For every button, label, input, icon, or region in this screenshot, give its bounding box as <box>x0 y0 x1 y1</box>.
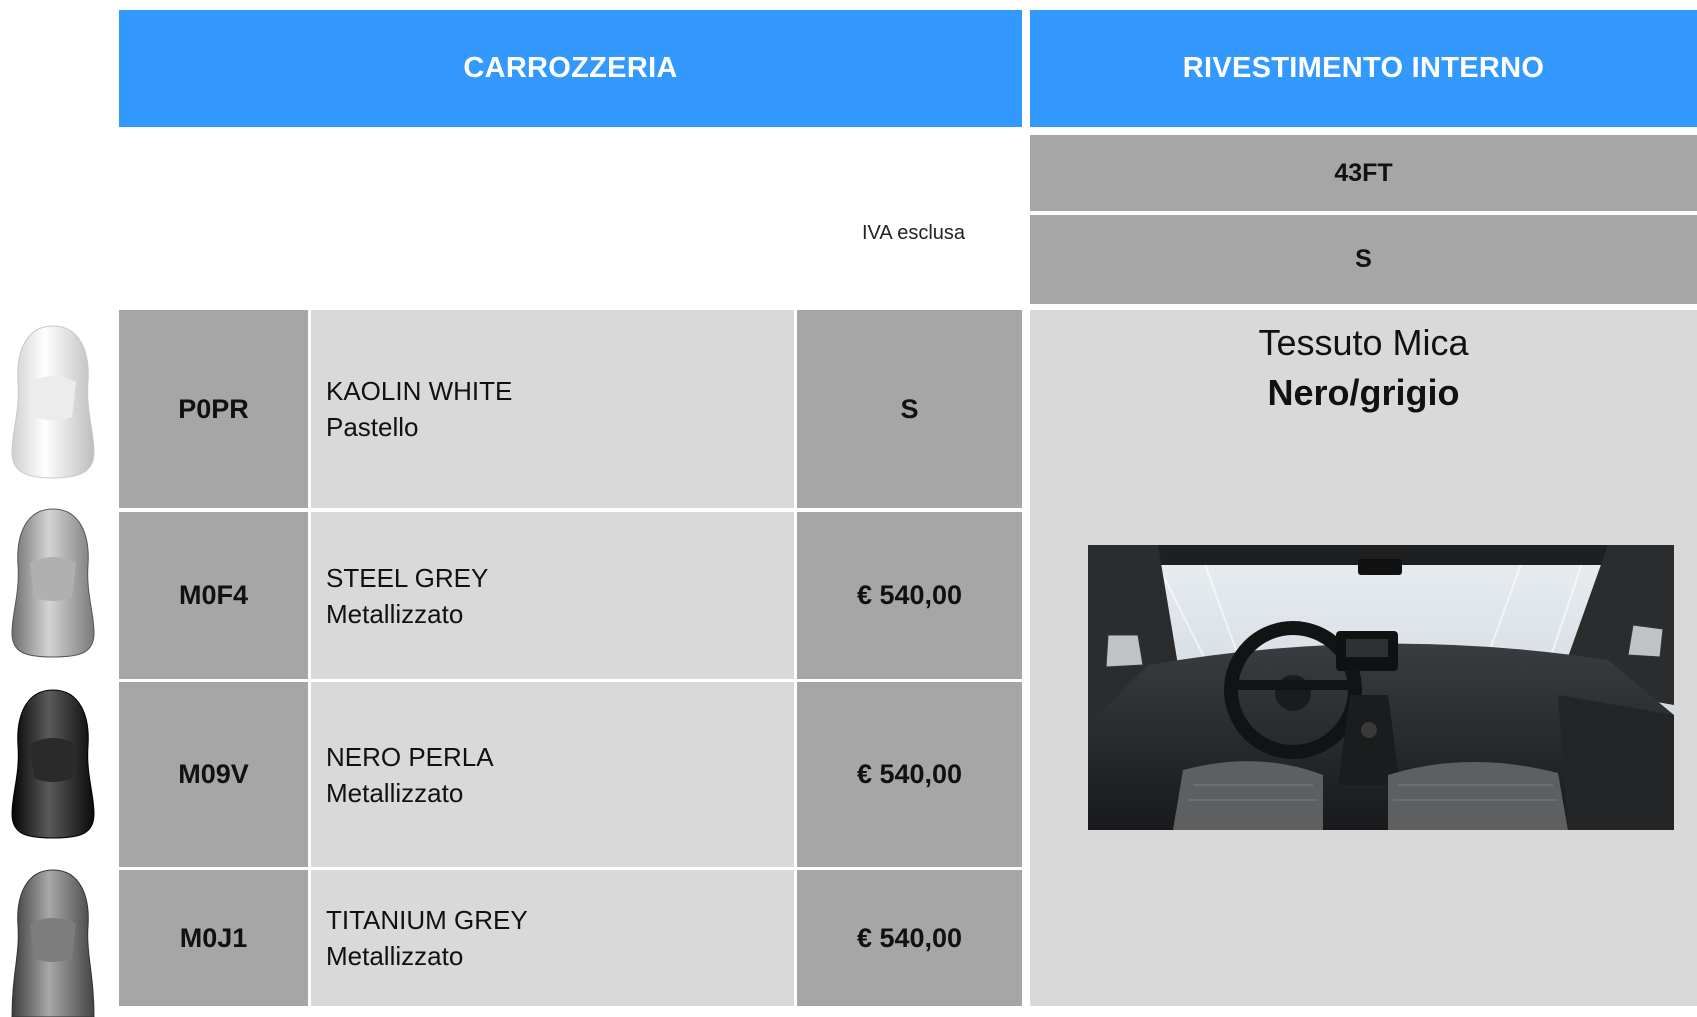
interior-panel: Tessuto Mica Nero/grigio <box>1030 310 1697 1006</box>
trim-level: S <box>1355 245 1372 273</box>
car-swatch-white-icon <box>10 322 96 482</box>
trim-code: 43FT <box>1334 158 1393 187</box>
color-code: M09V <box>178 759 249 789</box>
color-code: M0F4 <box>178 580 249 610</box>
carrozzeria-header: CARROZZERIA <box>119 10 1022 127</box>
car-swatch-dark-grey-icon <box>10 866 96 1017</box>
color-price: € 540,00 <box>856 922 963 953</box>
table-row-price-cell: € 540,00 <box>797 870 1022 1006</box>
table-row-price-cell: € 540,00 <box>797 682 1022 867</box>
table-row-code-cell: M0J1 <box>119 870 308 1006</box>
color-code: P0PR <box>178 393 249 424</box>
color-name: NERO PERLA <box>326 741 494 772</box>
table-row-desc-cell: NERO PERLA Metallizzato <box>311 682 794 867</box>
table-row-code-cell: M09V <box>119 682 308 867</box>
color-code: M0J1 <box>179 922 248 953</box>
color-finish: Metallizzato <box>326 598 464 629</box>
rivestimento-header: RIVESTIMENTO INTERNO <box>1030 10 1697 127</box>
color-name: STEEL GREY <box>326 562 489 593</box>
color-finish: Metallizzato <box>326 777 464 808</box>
car-swatch-black-icon <box>10 686 96 842</box>
interior-fabric: Tessuto Mica <box>1258 322 1469 363</box>
trim-code-cell: 43FT <box>1030 135 1697 211</box>
interior-photo-image <box>1088 545 1674 830</box>
table-row-desc-cell: STEEL GREY Metallizzato <box>311 512 794 679</box>
carrozzeria-header-label: CARROZZERIA <box>463 52 678 84</box>
table-row-desc-cell: TITANIUM GREY Metallizzato <box>311 870 794 1006</box>
table-row-price-cell: S <box>797 310 1022 508</box>
table-row-price-cell: € 540,00 <box>797 512 1022 679</box>
color-price: € 540,00 <box>856 759 963 789</box>
interior-color: Nero/grigio <box>1267 372 1460 413</box>
color-price: € 540,00 <box>856 580 963 610</box>
vat-note: IVA esclusa <box>862 222 966 244</box>
car-swatch-silver-icon <box>10 505 96 661</box>
color-finish: Metallizzato <box>326 941 464 971</box>
color-name: KAOLIN WHITE <box>326 376 513 406</box>
interior-photo <box>1088 545 1674 830</box>
color-name: TITANIUM GREY <box>326 905 528 935</box>
table-row-code-cell: P0PR <box>119 310 308 508</box>
color-finish: Pastello <box>326 412 419 442</box>
table-row-desc-cell: KAOLIN WHITE Pastello <box>311 310 794 508</box>
color-price: S <box>900 393 919 424</box>
table-row-code-cell: M0F4 <box>119 512 308 679</box>
trim-level-cell: S <box>1030 215 1697 304</box>
rivestimento-header-label: RIVESTIMENTO INTERNO <box>1182 52 1545 84</box>
